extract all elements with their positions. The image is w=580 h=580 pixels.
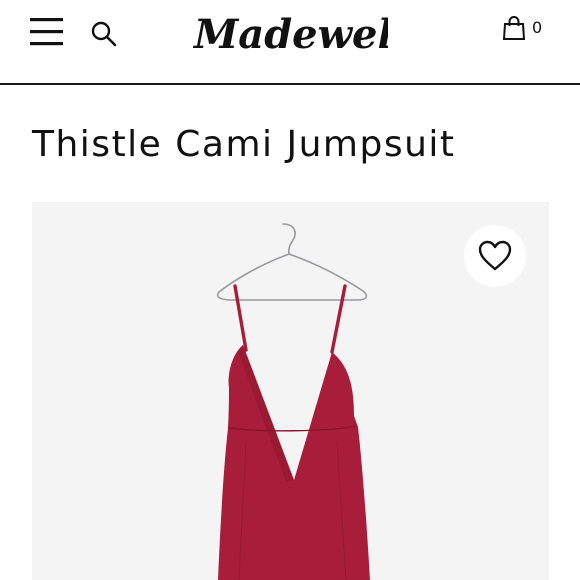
header-divider — [0, 83, 580, 85]
shopping-bag-icon — [502, 16, 526, 40]
shopping-bag-button[interactable]: 0 — [502, 15, 548, 45]
site-header: Madewell 0 — [0, 0, 580, 84]
search-icon — [91, 21, 117, 47]
garment-straps — [233, 284, 347, 354]
bag-item-count: 0 — [532, 18, 543, 37]
heart-icon — [478, 240, 512, 271]
logo-text: Madewell — [192, 11, 388, 58]
menu-button[interactable] — [30, 17, 64, 47]
product-image-panel[interactable] — [32, 202, 549, 580]
favorite-button[interactable] — [464, 225, 526, 287]
madewell-logo[interactable]: Madewell — [192, 10, 408, 62]
hamburger-menu-icon — [30, 18, 63, 46]
search-button[interactable] — [90, 20, 118, 48]
product-title: Thistle Cami Jumpsuit — [32, 124, 456, 165]
